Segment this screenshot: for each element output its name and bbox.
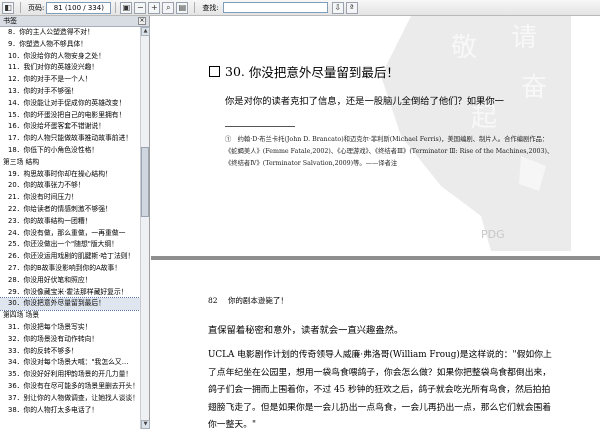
paragraph: 直保留着秘密和意外，读者就会一直兴趣盎然。 (208, 325, 404, 336)
bookmark-item[interactable]: 10．你没给你的人物安身之处！ (0, 51, 140, 63)
zoom-in-icon[interactable]: + (148, 1, 161, 14)
close-icon[interactable]: × (138, 17, 146, 25)
bookmark-item[interactable]: 8．你的主人公塑造得不对！ (0, 27, 140, 39)
search-label: 查找: (202, 3, 219, 12)
bookmark-item[interactable]: 22．你给读者的情感刺激不够强！ (0, 204, 140, 216)
bookmark-item[interactable]: 23．你的故事结构一团糟！ (0, 216, 140, 228)
bookmark-item[interactable]: 30．你没把意外尽量留到最后！ (0, 297, 140, 312)
chapter-heading: 30. 你没把意外尽量留到最后！ (209, 62, 399, 81)
page-icon[interactable]: ▤ (176, 1, 189, 14)
page-number: 82 (208, 296, 218, 305)
bookmark-item[interactable]: 35．你没好好利用押韵场景的开几力量！ (0, 369, 140, 381)
footnote: ① 约翰·D·布兰卡托(John D. Brancato)和迈克尔·菲利斯(Mi… (225, 136, 554, 167)
zoom-icon[interactable]: ⌕ (162, 1, 175, 14)
zoom-out-icon[interactable]: − (134, 1, 147, 14)
bookmark-item[interactable]: 19．构思故事时你却在操心结构！ (0, 169, 140, 181)
page-header: 82 你的剧本逊毙了！ (208, 295, 288, 306)
bookmark-item[interactable]: 27．你的B故事没影响到你的A故事！ (0, 263, 140, 275)
toolbar-divider (115, 2, 117, 13)
bookmark-item[interactable]: 25．你还没做出一个"随想"版大纲！ (0, 239, 140, 251)
bookmark-item[interactable]: 11．我们对你的英雄没兴趣！ (0, 62, 140, 74)
bookmark-item[interactable]: 36．你没有在尽可能多的场景里删去开头！ (0, 381, 140, 393)
bookmark-section[interactable]: 第四场 场景 (0, 310, 140, 322)
scroll-down-icon[interactable]: ▼ (141, 420, 150, 429)
bookmark-item[interactable]: 29．你没像藏宝米·霍法那样藏好复示！ (0, 287, 140, 299)
bookmark-item[interactable]: 28．你没用好伏笔和照应！ (0, 275, 140, 287)
bookmarks-panel: 书签 × 8．你的主人公塑造得不对！ 9．你塑造人物不够具体！ 10．你没给你的人物… (0, 16, 150, 429)
paragraph: UCLA 电影剧作计划的传奇领导人威廉·弗洛哥(William Froug)是这… (208, 350, 552, 429)
page-divider (151, 256, 600, 260)
chapter-box-icon (209, 66, 220, 77)
chapter-number: 30. (225, 64, 245, 79)
page-label: 页码: (28, 3, 45, 12)
bookmark-item[interactable]: 33．你的反转不够多！ (0, 346, 140, 358)
search-input[interactable] (222, 2, 328, 13)
document-view[interactable]: PDG 敬 请奋起 30. 你没把意外尽量留到最后！ 你是对你的读者克扣了信息，还… (151, 16, 600, 429)
bookmark-list: 8．你的主人公塑造得不对！ 9．你塑造人物不够具体！ 10．你没给你的人物安身之处！… (0, 27, 140, 429)
bookmark-section[interactable]: 第三场 结构 (0, 157, 140, 169)
watermark-char: 起 (471, 103, 497, 133)
bookmark-item[interactable]: 38．你的人物打太多电话了！ (0, 405, 140, 417)
save-icon[interactable]: ▣ (120, 1, 133, 14)
bookmark-item[interactable]: 16．你没给坏蛋客套不错谢说！ (0, 121, 140, 133)
bookmark-item[interactable]: 18．你低下的小角色没性格！ (0, 145, 140, 157)
bookmark-item[interactable]: 14．你没能让对手促成你的英雄改变！ (0, 98, 140, 110)
page-number-input[interactable]: 81 (100 / 334) (46, 1, 112, 14)
watermark-char: 敬 (451, 33, 477, 63)
bookmark-item[interactable]: 24．你没有做，那么重做，一再重做一 (0, 228, 140, 240)
footnote-rule (225, 126, 295, 127)
bookmark-item[interactable]: 21．你没有时间压力！ (0, 192, 140, 204)
watermark-char: 奋 (521, 73, 547, 103)
bookmarks-scrollbar[interactable]: ▲ ▼ (140, 27, 150, 429)
toolbar: ◧ 页码: 81 (100 / 334) ▣ − + ⌕ ▤ 查找: ⇩ ª (0, 0, 600, 16)
bookmark-item[interactable]: 26．你还没运用戏剧的肌腱斯·哈丁法则！ (0, 251, 140, 263)
running-title: 你的剧本逊毙了！ (227, 296, 288, 305)
bookmark-item[interactable]: 13．你的对手不够强！ (0, 86, 140, 98)
scroll-up-icon[interactable]: ▲ (141, 27, 150, 36)
scroll-thumb[interactable] (141, 147, 149, 217)
chapter-title: 你没把意外尽量留到最后！ (248, 65, 399, 80)
bookmark-item[interactable]: 37．别让你的人物做调查，让她找人谈谈！ (0, 393, 140, 405)
bookmark-item[interactable]: 12．你的对手不是一个人！ (0, 74, 140, 86)
watermark-text: PDG (481, 228, 505, 241)
bookmark-item[interactable]: 15．你的坏蛋没把自己的电影里拥有！ (0, 110, 140, 122)
text-icon[interactable]: ª (345, 1, 358, 14)
bookmark-item[interactable]: 32．你的场景没有动作转向！ (0, 334, 140, 346)
bookmark-item[interactable]: 34．你没对每个场景大喊："我怎么又… (0, 357, 140, 369)
toolbar-divider (194, 2, 196, 13)
bookmarks-title: 书签 (3, 17, 17, 25)
bookmark-item[interactable]: 20．你的故事张力不够！ (0, 180, 140, 192)
watermark-char: 请 (511, 23, 537, 53)
bookmark-item[interactable]: 9．你塑造人物不够具体！ (0, 39, 140, 51)
bookmarks-header: 书签 × (0, 16, 149, 27)
bookmark-item[interactable]: 17．你的人物只能做故事推动故事前进！ (0, 133, 140, 145)
toolbar-divider (20, 2, 21, 13)
nav-icon[interactable]: ◧ (2, 1, 14, 14)
bookmark-item[interactable]: 31．你没把每个场景写实！ (0, 322, 140, 334)
fit-icon[interactable]: ⇩ (331, 1, 344, 14)
intro-question: 你是对你的读者克扣了信息，还是一股脑儿全倒给了他们？如果你一 (225, 96, 504, 107)
